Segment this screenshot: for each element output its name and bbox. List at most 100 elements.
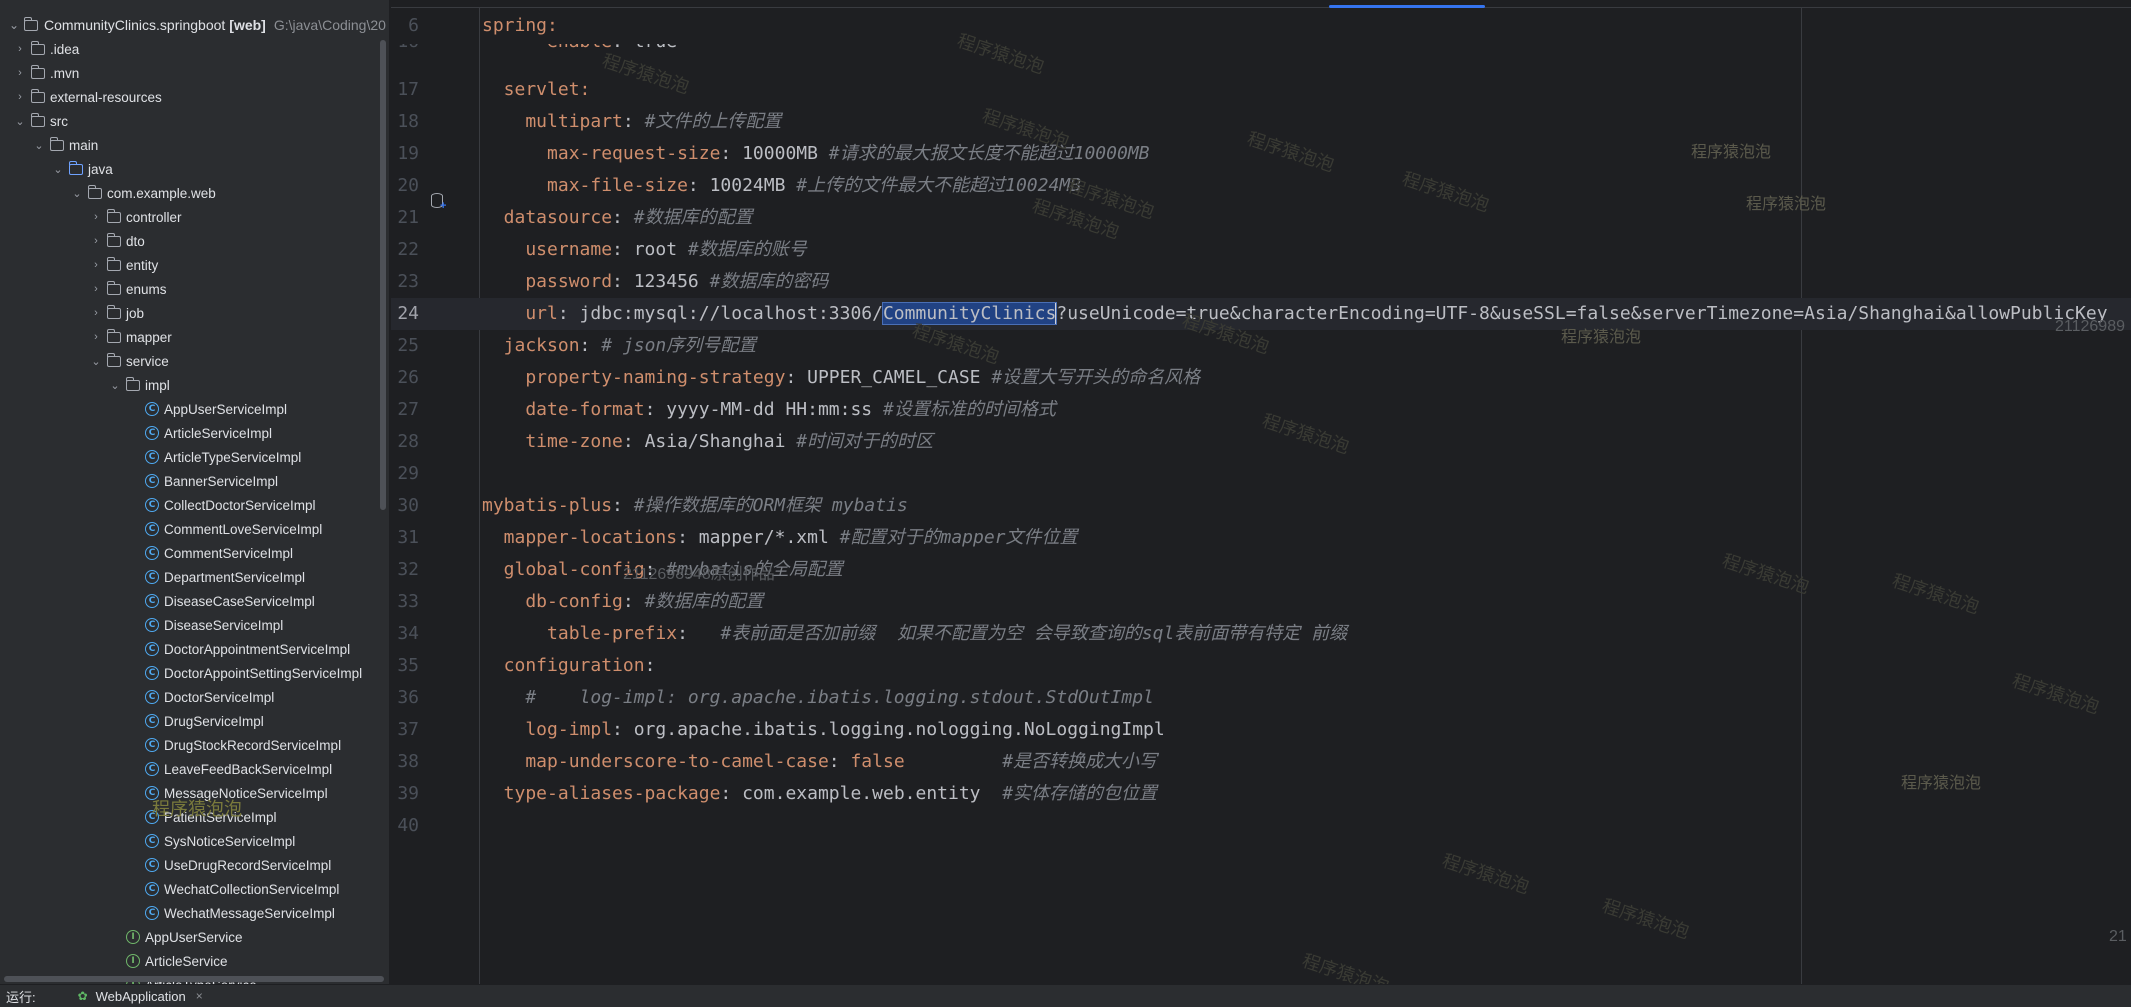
- chevron-down-icon[interactable]: ⌄: [6, 18, 22, 32]
- code-line[interactable]: 34 table-prefix: #表前面是否加前缀 如果不配置为空 会导致查询…: [391, 618, 2131, 650]
- code-line[interactable]: 33 db-config: #数据库的配置: [391, 586, 2131, 618]
- tree-item[interactable]: ›CDoctorAppointmentServiceImpl: [126, 637, 350, 661]
- chevron-right-icon[interactable]: ›: [12, 43, 28, 55]
- tree-item[interactable]: › controller: [88, 205, 182, 229]
- code-line[interactable]: 19 max-request-size: 10000MB #请求的最大报文长度不…: [391, 138, 2131, 170]
- tree-item[interactable]: › entity: [88, 253, 158, 277]
- tree-horizontal-scrollbar[interactable]: [4, 976, 384, 982]
- tree-item[interactable]: ⌄ src: [12, 109, 68, 133]
- chevron-right-icon[interactable]: ›: [12, 91, 28, 103]
- code-line[interactable]: 37 log-impl: org.apache.ibatis.logging.n…: [391, 714, 2131, 746]
- code-line[interactable]: 38 map-underscore-to-camel-case: false #…: [391, 746, 2131, 778]
- chevron-right-icon[interactable]: ›: [88, 259, 104, 271]
- code-line[interactable]: 20 max-file-size: 10024MB #上传的文件最大不能超过10…: [391, 170, 2131, 202]
- tree-item[interactable]: ›CArticleServiceImpl: [126, 421, 272, 445]
- tree-item[interactable]: ›CSysNoticeServiceImpl: [126, 829, 295, 853]
- chevron-right-icon[interactable]: ›: [88, 331, 104, 343]
- code-line[interactable]: 18 multipart: #文件的上传配置: [391, 106, 2131, 138]
- code-line[interactable]: 6 spring:: [391, 10, 2131, 42]
- code-line[interactable]: 39 type-aliases-package: com.example.web…: [391, 778, 2131, 810]
- code-comment: #数据库的配置: [644, 591, 764, 612]
- chevron-down-icon[interactable]: ⌄: [31, 139, 47, 152]
- code-editor[interactable]: 6 spring: 16 enable: true 17 servlet: 18 mul…: [391, 0, 2131, 984]
- tree-item[interactable]: ›CWechatMessageServiceImpl: [126, 901, 335, 925]
- tree-item[interactable]: ›CUseDrugRecordServiceImpl: [126, 853, 331, 877]
- code-line[interactable]: 28 time-zone: Asia/Shanghai #时间对于的时区: [391, 426, 2131, 458]
- tree-item[interactable]: ›CLeaveFeedBackServiceImpl: [126, 757, 332, 781]
- chevron-down-icon[interactable]: ⌄: [88, 355, 104, 368]
- chevron-down-icon[interactable]: ⌄: [12, 115, 28, 128]
- code-line[interactable]: 29: [391, 458, 2131, 490]
- code-value: : UPPER_CAMEL_CASE: [785, 367, 992, 388]
- code-line[interactable]: 21 datasource: #数据库的配置: [391, 202, 2131, 234]
- tree-item[interactable]: ›CArticleTypeServiceImpl: [126, 445, 301, 469]
- code-line[interactable]: 27 date-format: yyyy-MM-dd HH:mm:ss #设置标…: [391, 394, 2131, 426]
- tree-item[interactable]: › mapper: [88, 325, 172, 349]
- chevron-right-icon[interactable]: ›: [88, 235, 104, 247]
- run-tab-webapplication[interactable]: ✿ WebApplication ×: [78, 989, 203, 1004]
- tree-item-label: main: [69, 137, 99, 153]
- tree-item[interactable]: › external-resources: [12, 85, 162, 109]
- chevron-right-icon[interactable]: ›: [88, 211, 104, 223]
- tree-item[interactable]: ›IAppUserService: [107, 925, 243, 949]
- code-line[interactable]: 23 password: 123456 #数据库的密码: [391, 266, 2131, 298]
- code-comment: #请求的最大报文长度不能超过10000MB: [828, 143, 1150, 164]
- tree-item[interactable]: ⌄ java: [50, 157, 113, 181]
- tree-item[interactable]: ›CDiseaseCaseServiceImpl: [126, 589, 315, 613]
- tree-item[interactable]: ›CDrugServiceImpl: [126, 709, 264, 733]
- tree-item[interactable]: ›CPatientServiceImpl: [126, 805, 277, 829]
- code-line[interactable]: 25 jackson: # json序列号配置: [391, 330, 2131, 362]
- chevron-right-icon[interactable]: ›: [88, 283, 104, 295]
- code-value: :: [644, 559, 667, 580]
- datasource-gutter-icon[interactable]: +: [429, 191, 449, 213]
- code-line[interactable]: 30 mybatis-plus: #操作数据库的ORM框架 mybatis: [391, 490, 2131, 522]
- chevron-down-icon[interactable]: ⌄: [69, 187, 85, 200]
- chevron-right-icon[interactable]: ›: [88, 307, 104, 319]
- tree-item[interactable]: › .mvn: [12, 61, 79, 85]
- code-value: : org.apache.ibatis.logging.nologging.No…: [612, 719, 1165, 740]
- project-root[interactable]: ⌄ CommunityClinics.springboot [web] G:\j…: [0, 13, 389, 37]
- tree-item[interactable]: › .idea: [12, 37, 79, 61]
- tree-vertical-scrollbar[interactable]: [380, 40, 386, 510]
- tree-item[interactable]: ›CWechatCollectionServiceImpl: [126, 877, 339, 901]
- tree-item[interactable]: ›CMessageNoticeServiceImpl: [126, 781, 328, 805]
- tree-item[interactable]: ⌄ main: [31, 133, 98, 157]
- tree-item[interactable]: ›CAppUserServiceImpl: [126, 397, 287, 421]
- code-line[interactable]: 24 url: jdbc:mysql://localhost:3306/Comm…: [391, 298, 2131, 330]
- tree-item[interactable]: ›CDepartmentServiceImpl: [126, 565, 305, 589]
- code-line[interactable]: 40: [391, 810, 2131, 842]
- chevron-down-icon[interactable]: ⌄: [107, 379, 123, 392]
- tree-item[interactable]: › job: [88, 301, 144, 325]
- chevron-down-icon[interactable]: ⌄: [50, 163, 66, 176]
- code-line[interactable]: 32 global-config: #mybatis的全局配置: [391, 554, 2131, 586]
- tree-item[interactable]: ⌄ impl: [107, 373, 170, 397]
- tree-item[interactable]: ›CBannerServiceImpl: [126, 469, 278, 493]
- folder-icon: [106, 280, 122, 296]
- tree-item[interactable]: › enums: [88, 277, 167, 301]
- chevron-right-icon[interactable]: ›: [12, 67, 28, 79]
- code-line[interactable]: 17 servlet:: [391, 74, 2131, 106]
- close-icon[interactable]: ×: [196, 989, 203, 1003]
- code-comment: #配置对于的mapper文件位置: [839, 527, 1078, 548]
- tree-item[interactable]: ›CCommentLoveServiceImpl: [126, 517, 322, 541]
- folder-icon: [30, 112, 46, 128]
- tree-item[interactable]: ›CCommentServiceImpl: [126, 541, 293, 565]
- tree-item[interactable]: › dto: [88, 229, 145, 253]
- tree-item[interactable]: ›CDiseaseServiceImpl: [126, 613, 283, 637]
- tree-item[interactable]: ›CDrugStockRecordServiceImpl: [126, 733, 341, 757]
- tree-item[interactable]: ›CDoctorAppointSettingServiceImpl: [126, 661, 362, 685]
- code-line[interactable]: 35 configuration:: [391, 650, 2131, 682]
- class-icon: C: [144, 810, 160, 824]
- tree-item[interactable]: ⌄ service: [88, 349, 169, 373]
- tree-item[interactable]: ›CDoctorServiceImpl: [126, 685, 274, 709]
- code-line[interactable]: 26 property-naming-strategy: UPPER_CAMEL…: [391, 362, 2131, 394]
- tree-item[interactable]: ›CCollectDoctorServiceImpl: [126, 493, 316, 517]
- tree-item[interactable]: ›IArticleService: [107, 949, 228, 973]
- code-key: mybatis-plus: [482, 495, 613, 516]
- code-line[interactable]: 22 username: root #数据库的账号: [391, 234, 2131, 266]
- tree-item[interactable]: ⌄ com.example.web: [69, 181, 216, 205]
- class-icon: C: [144, 570, 160, 584]
- class-icon: C: [144, 714, 160, 728]
- code-line[interactable]: 31 mapper-locations: mapper/*.xml #配置对于的…: [391, 522, 2131, 554]
- code-line[interactable]: 36 # log-impl: org.apache.ibatis.logging…: [391, 682, 2131, 714]
